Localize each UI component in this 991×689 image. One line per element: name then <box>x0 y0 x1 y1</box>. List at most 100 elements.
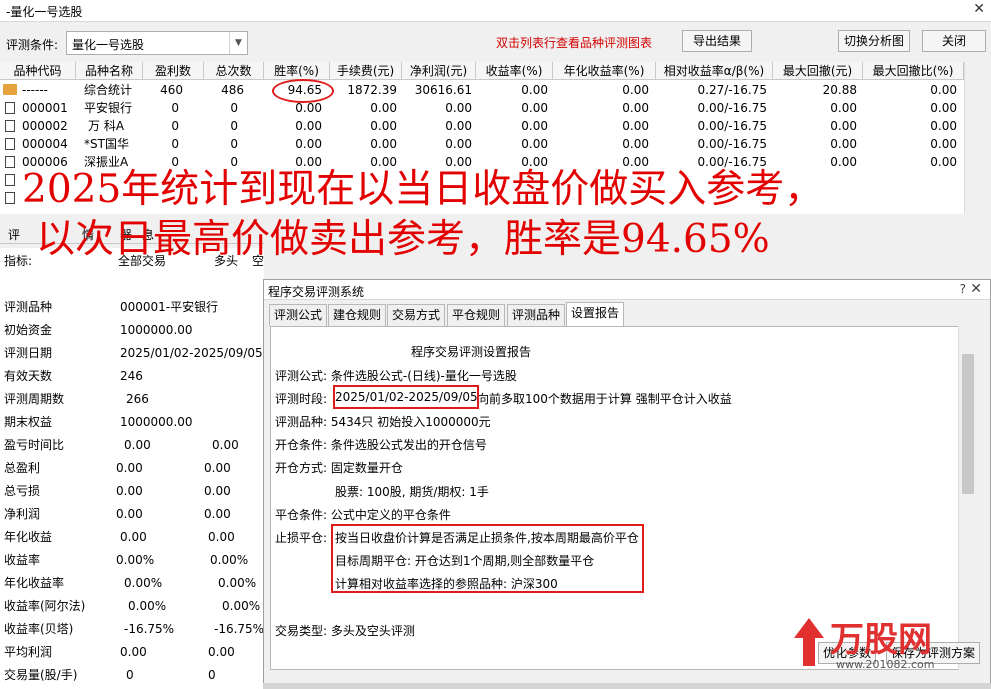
dialog-titlebar: 程序交易评测系统 ? ✕ <box>264 280 990 300</box>
tab-stocks[interactable]: 评测品种 <box>507 304 566 326</box>
period-highlight-box <box>333 385 479 409</box>
cell-alpha-beta: 0.00/-16.75 <box>697 137 767 151</box>
caption-line-1: 2025年统计到现在以当日收盘价做买入参考， <box>22 167 824 212</box>
summary-icon <box>3 84 17 95</box>
cell-drawdown: 0.00 <box>830 101 857 115</box>
stats-value: 1000000.00 <box>120 415 193 429</box>
report-stocks: 评测品种: 5434只 初始投入1000000元 <box>275 415 491 429</box>
document-icon <box>5 192 15 204</box>
stats-row: 评测品种 000001-平安银行 <box>0 296 264 319</box>
col-header-annual[interactable]: 年化收益率(%) <box>553 62 656 80</box>
document-icon <box>5 156 15 168</box>
cell-name: 平安银行 <box>84 101 133 115</box>
cell-profit: 0.00 <box>445 101 472 115</box>
stats-label: 期末权益 <box>4 415 53 429</box>
tab-formula[interactable]: 评测公式 <box>269 304 328 326</box>
col-header-alpha-beta[interactable]: 相对收益率α/β(%) <box>656 62 773 80</box>
cell-return: 0.00 <box>521 101 548 115</box>
col-header-wins[interactable]: 盈利数 <box>143 62 204 80</box>
cell-fee: 0.00 <box>370 119 397 133</box>
stats-row: 总盈利 0.00 0.00 <box>0 457 264 480</box>
document-icon <box>5 120 15 132</box>
stats-row: 总亏损 0.00 0.00 <box>0 480 264 503</box>
report-trade-type: 交易类型: 多头及空头评测 <box>275 624 415 638</box>
switch-chart-button[interactable]: 切换分析图 <box>838 30 910 52</box>
cell-return: 0.00 <box>521 83 548 97</box>
stats-value-all: 0.00 <box>124 438 151 452</box>
stats-row: 收益率 0.00% 0.00% <box>0 549 264 572</box>
tab-close-rules[interactable]: 平仓规则 <box>447 304 506 326</box>
bottom-button-strip <box>263 683 991 689</box>
chevron-down-icon[interactable]: ▼ <box>229 32 247 54</box>
cell-annual: 0.00 <box>622 119 649 133</box>
table-row[interactable]: 000001 平安银行 0 0 0.00 0.00 0.00 0.00 0.00… <box>0 99 964 117</box>
col-header-return[interactable]: 收益率(%) <box>476 62 553 80</box>
col-header-fee[interactable]: 手续费(元) <box>330 62 402 80</box>
cell-return: 0.00 <box>521 137 548 151</box>
report-open-cond: 开仓条件: 条件选股公式发出的开仓信号 <box>275 438 487 452</box>
cell-total: 0 <box>230 137 238 151</box>
col-header-profit[interactable]: 净利润(元) <box>402 62 476 80</box>
cell-alpha-beta: 0.27/-16.75 <box>697 83 767 97</box>
stats-label: 评测品种 <box>4 300 53 314</box>
cell-wins: 0 <box>171 119 179 133</box>
col-header-total[interactable]: 总次数 <box>204 62 264 80</box>
table-row[interactable]: 000002 万 科A 0 0 0.00 0.00 0.00 0.00 0.00… <box>0 117 964 135</box>
cell-wins: 0 <box>171 101 179 115</box>
stats-label: 盈亏时间比 <box>4 438 65 452</box>
cell-code: 000001 <box>22 101 68 115</box>
table-row[interactable]: 000004 *ST国华 0 0 0.00 0.00 0.00 0.00 0.0… <box>0 135 964 153</box>
stats-value-long: 0.00% <box>210 553 249 567</box>
cell-wins: 0 <box>171 137 179 151</box>
stats-label: 收益率(阿尔法) <box>4 599 86 613</box>
cell-alpha-beta: 0.00/-16.75 <box>697 101 767 115</box>
stats-value-all: 0.00% <box>124 576 163 590</box>
stats-row: 收益率(阿尔法) 0.00% 0.00% <box>0 595 264 618</box>
close-button[interactable]: 关闭 <box>922 30 986 52</box>
cell-name: 万 科A <box>88 119 125 133</box>
col-header-winrate[interactable]: 胜率(%) <box>264 62 330 80</box>
toolbar: 评测条件: 量化一号选股 ▼ 双击列表行查看品种评测图表 导出结果 切换分析图 … <box>0 22 991 62</box>
col-header-code[interactable]: 品种代码 <box>0 62 76 80</box>
stats-row: 收益率(贝塔) -16.75% -16.75% <box>0 618 264 641</box>
cell-drawdown-ratio: 0.00 <box>930 119 957 133</box>
tab-settings-report[interactable]: 设置报告 <box>566 302 625 327</box>
caption-line-2: 以次日最高价做卖出参考，胜率是94.65% <box>36 217 770 262</box>
tab-left-0[interactable]: 评 <box>8 226 20 243</box>
tab-trade-mode[interactable]: 交易方式 <box>387 304 446 326</box>
stats-label: 有效天数 <box>4 369 53 383</box>
help-icon[interactable]: ? <box>960 282 966 296</box>
cell-fee: 1872.39 <box>347 83 397 97</box>
window-close-icon[interactable]: ✕ <box>973 1 985 17</box>
logo-text: 万股网 <box>830 620 932 660</box>
col-header-name[interactable]: 品种名称 <box>76 62 143 80</box>
cell-drawdown-ratio: 0.00 <box>930 155 957 169</box>
dialog-close-icon[interactable]: ✕ <box>970 281 982 297</box>
table-row[interactable]: ------ 综合统计 460 486 94.65 1872.39 30616.… <box>0 81 964 99</box>
stats-value-all: 0.00 <box>120 530 147 544</box>
cell-name: *ST国华 <box>84 137 129 151</box>
stats-value: 2025/01/02-2025/09/05 <box>120 346 263 360</box>
stats-row: 期末权益 1000000.00 <box>0 411 264 434</box>
window-titlebar: -量化一号选股 ✕ <box>0 0 991 22</box>
cell-annual: 0.00 <box>622 137 649 151</box>
export-button[interactable]: 导出结果 <box>682 30 752 52</box>
stats-value-all: 0 <box>126 668 134 682</box>
stats-panel: 指标: 全部交易 多头 空头 评测品种000001-平安银行 初始资金10000… <box>0 248 264 689</box>
cell-drawdown: 20.88 <box>822 83 857 97</box>
stats-value: 266 <box>126 392 149 406</box>
cell-annual: 0.00 <box>622 83 649 97</box>
col-header-drawdown-ratio[interactable]: 最大回撤比(%) <box>863 62 964 80</box>
report-scrollbar-thumb[interactable] <box>962 354 974 494</box>
stats-row: 交易量(股/手) 0 0 <box>0 664 264 687</box>
stats-label: 评测日期 <box>4 346 53 360</box>
condition-label: 评测条件: <box>6 38 59 52</box>
tab-open-rules[interactable]: 建仓规则 <box>328 304 387 326</box>
col-header-drawdown[interactable]: 最大回撤(元) <box>773 62 863 80</box>
stats-value-long: -16.75% <box>214 622 264 636</box>
window-title: -量化一号选股 <box>6 5 83 19</box>
stats-value-long: 0.00 <box>212 438 239 452</box>
condition-select[interactable]: 量化一号选股 ▼ <box>66 31 248 55</box>
table-scrollbar[interactable] <box>964 62 991 214</box>
stats-value-long: 0.00% <box>218 576 257 590</box>
